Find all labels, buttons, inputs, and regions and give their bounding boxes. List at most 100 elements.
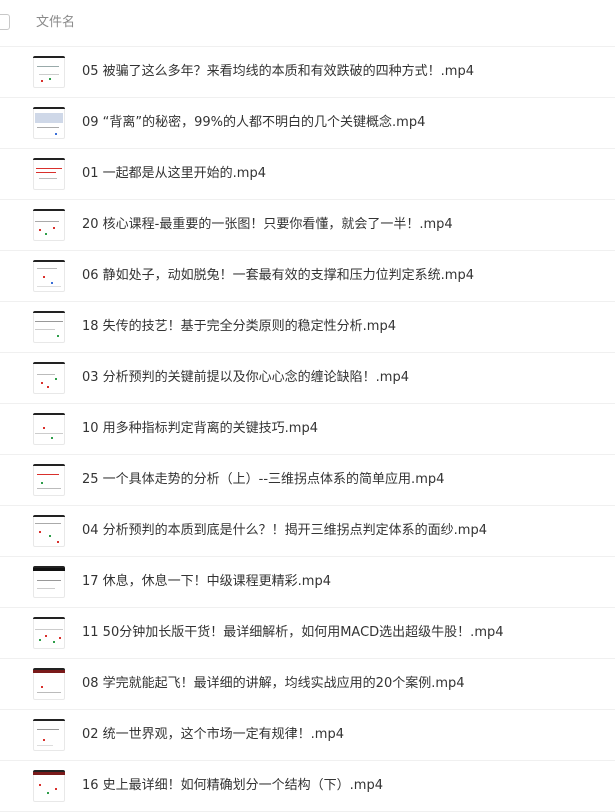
thumbnail-mark (39, 531, 41, 533)
thumbnail-mark (33, 568, 65, 571)
file-row[interactable]: 03 分析预判的关键前提以及你心心念的缠论缺陷！.mp4 (0, 353, 615, 404)
thumbnail-mark (39, 229, 41, 231)
file-row[interactable]: 08 学完就能起飞！最详细的讲解，均线实战应用的20个案例.mp4 (0, 659, 615, 710)
file-row[interactable]: 20 核心课程-最重要的一张图！只要你看懂，就会了一半！.mp4 (0, 200, 615, 251)
thumbnail-mark (55, 788, 57, 790)
file-name[interactable]: 08 学完就能起飞！最详细的讲解，均线实战应用的20个案例.mp4 (82, 674, 465, 694)
thumbnail-mark (53, 227, 55, 229)
file-list-header: 文件名 (0, 0, 615, 47)
thumbnail-mark (39, 74, 59, 75)
thumbnail-mark (51, 282, 53, 284)
thumbnail-mark (37, 745, 53, 746)
thumbnail-mark (47, 386, 49, 388)
thumbnail-top-bar (33, 107, 65, 109)
thumbnail-mark (37, 66, 59, 67)
thumbnail-mark (35, 221, 59, 222)
thumbnail-mark (39, 178, 57, 179)
thumbnail-mark (37, 588, 55, 589)
file-name[interactable]: 03 分析预判的关键前提以及你心心念的缠论缺陷！.mp4 (82, 368, 409, 388)
file-row[interactable]: 11 50分钟加长版干货！最详细解析，如何用MACD选出超级牛股！.mp4 (0, 608, 615, 659)
video-thumbnail-icon (33, 260, 65, 292)
file-row[interactable]: 10 用多种指标判定背离的关键技巧.mp4 (0, 404, 615, 455)
video-thumbnail-icon (33, 668, 65, 700)
thumbnail-top-bar (33, 362, 65, 364)
thumbnail-mark (37, 374, 55, 375)
video-thumbnail-icon (33, 770, 65, 802)
thumbnail-mark (41, 80, 43, 82)
file-name[interactable]: 10 用多种指标判定背离的关键技巧.mp4 (82, 419, 318, 439)
thumbnail-mark (41, 482, 43, 484)
thumbnail-mark (35, 629, 63, 630)
file-name[interactable]: 06 静如处子，动如脱兔！一套最有效的支撑和压力位判定系统.mp4 (82, 266, 474, 286)
thumbnail-mark (33, 772, 65, 775)
thumbnail-mark (59, 637, 61, 639)
thumbnail-mark (53, 641, 55, 643)
thumbnail-top-bar (33, 56, 65, 58)
video-thumbnail-icon (33, 107, 65, 139)
video-thumbnail-icon (33, 56, 65, 88)
select-all-checkbox[interactable] (0, 14, 10, 30)
video-thumbnail-icon (33, 158, 65, 190)
thumbnail-top-bar (33, 311, 65, 313)
video-thumbnail-icon (33, 209, 65, 241)
thumbnail-mark (55, 133, 57, 135)
file-name[interactable]: 05 被骗了这么多年？来看均线的本质和有效跌破的四种方式！.mp4 (82, 62, 474, 82)
thumbnail-mark (35, 329, 55, 330)
file-name[interactable]: 09 “背离”的秘密，99%的人都不明白的几个关键概念.mp4 (82, 113, 425, 133)
thumbnail-mark (36, 168, 62, 169)
thumbnail-top-bar (33, 260, 65, 262)
thumbnail-top-bar (33, 617, 65, 619)
file-row[interactable]: 18 失传的技艺！基于完全分类原则的稳定性分析.mp4 (0, 302, 615, 353)
file-name[interactable]: 01 一起都是从这里开始的.mp4 (82, 164, 266, 184)
file-row[interactable]: 17 休息，休息一下！中级课程更精彩.mp4 (0, 557, 615, 608)
thumbnail-mark (35, 433, 63, 434)
thumbnail-mark (57, 335, 59, 337)
thumbnail-top-bar (33, 158, 65, 160)
file-row[interactable]: 09 “背离”的秘密，99%的人都不明白的几个关键概念.mp4 (0, 98, 615, 149)
video-thumbnail-icon (33, 566, 65, 598)
thumbnail-mark (39, 639, 41, 641)
thumbnail-mark (35, 523, 61, 524)
thumbnail-mark (51, 437, 53, 439)
file-row[interactable]: 06 静如处子，动如脱兔！一套最有效的支撑和压力位判定系统.mp4 (0, 251, 615, 302)
file-name[interactable]: 04 分析预判的本质到底是什么？！揭开三维拐点判定体系的面纱.mp4 (82, 521, 487, 541)
column-title-filename[interactable]: 文件名 (36, 13, 75, 33)
thumbnail-mark (37, 286, 61, 287)
file-name[interactable]: 17 休息，休息一下！中级课程更精彩.mp4 (82, 572, 331, 592)
thumbnail-mark (45, 233, 47, 235)
video-thumbnail-icon (33, 413, 65, 445)
video-thumbnail-icon (33, 362, 65, 394)
thumbnail-mark (55, 378, 57, 380)
thumbnail-mark (47, 792, 49, 794)
thumbnail-mark (35, 321, 63, 322)
thumbnail-top-bar (33, 515, 65, 517)
thumbnail-mark (37, 692, 61, 693)
file-name[interactable]: 18 失传的技艺！基于完全分类原则的稳定性分析.mp4 (82, 317, 396, 337)
thumbnail-top-bar (33, 209, 65, 211)
thumbnail-mark (35, 113, 63, 123)
file-name[interactable]: 25 一个具体走势的分析（上）--三维拐点体系的简单应用.mp4 (82, 470, 444, 490)
thumbnail-mark (39, 784, 41, 786)
file-name[interactable]: 16 史上最详细！如何精确划分一个结构（下）.mp4 (82, 776, 383, 796)
thumbnail-mark (49, 78, 51, 80)
file-row[interactable]: 01 一起都是从这里开始的.mp4 (0, 149, 615, 200)
thumbnail-mark (57, 541, 59, 543)
video-thumbnail-icon (33, 311, 65, 343)
file-row[interactable]: 02 统一世界观，这个市场一定有规律！.mp4 (0, 710, 615, 761)
thumbnail-top-bar (33, 464, 65, 466)
thumbnail-mark (43, 739, 45, 741)
file-row[interactable]: 05 被骗了这么多年？来看均线的本质和有效跌破的四种方式！.mp4 (0, 47, 615, 98)
file-name[interactable]: 20 核心课程-最重要的一张图！只要你看懂，就会了一半！.mp4 (82, 215, 453, 235)
thumbnail-mark (41, 686, 43, 688)
thumbnail-mark (36, 172, 56, 173)
thumbnail-mark (49, 535, 51, 537)
file-row[interactable]: 16 史上最详细！如何精确划分一个结构（下）.mp4 (0, 761, 615, 812)
file-name[interactable]: 11 50分钟加长版干货！最详细解析，如何用MACD选出超级牛股！.mp4 (82, 623, 504, 643)
file-row[interactable]: 25 一个具体走势的分析（上）--三维拐点体系的简单应用.mp4 (0, 455, 615, 506)
file-row[interactable]: 04 分析预判的本质到底是什么？！揭开三维拐点判定体系的面纱.mp4 (0, 506, 615, 557)
thumbnail-mark (37, 729, 59, 730)
thumbnail-mark (45, 635, 47, 637)
thumbnail-top-bar (33, 413, 65, 415)
thumbnail-mark (37, 268, 57, 269)
file-name[interactable]: 02 统一世界观，这个市场一定有规律！.mp4 (82, 725, 344, 745)
